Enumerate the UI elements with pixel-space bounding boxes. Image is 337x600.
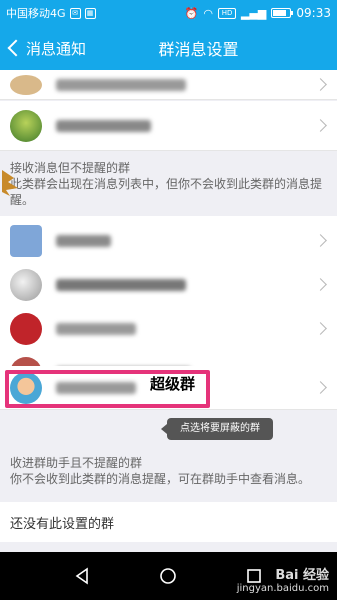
- notification-icon: ✉: [69, 7, 81, 19]
- tooltip: 点选将要屏蔽的群: [161, 418, 273, 440]
- group-avatar: [10, 224, 42, 257]
- group-row[interactable]: [0, 260, 337, 310]
- photo-icon: ▦: [84, 7, 96, 19]
- wifi-icon: ◠: [203, 6, 214, 20]
- chevron-right-icon: [314, 322, 327, 335]
- chevron-right-icon: [314, 278, 327, 291]
- chevron-left-icon: [7, 39, 25, 57]
- group-avatar: [10, 371, 42, 404]
- group-name-blurred: [56, 119, 151, 132]
- section-title: 收进群助手且不提醒的群: [10, 456, 143, 470]
- group-row[interactable]: [0, 304, 337, 354]
- chevron-right-icon: [314, 78, 327, 91]
- alarm-icon: ⏰: [184, 6, 199, 20]
- carrier-label: 中国移动4G: [6, 7, 66, 20]
- group-avatar: [10, 312, 42, 345]
- super-group-label: 超级群: [150, 375, 196, 393]
- group-row[interactable]: [0, 70, 337, 100]
- hd-badge: HD: [218, 7, 237, 19]
- section-no-remind: 接收消息但不提醒的群 此类群会出现在消息列表中，但你不会收到此类群的消息提醒。: [0, 160, 337, 208]
- watermark-url: jingyan.baidu.com: [236, 583, 329, 594]
- battery-icon: [271, 8, 294, 18]
- group-row[interactable]: [0, 101, 337, 151]
- back-label: 消息通知: [26, 39, 87, 58]
- section-title: 接收消息但不提醒的群: [10, 161, 131, 175]
- chevron-right-icon: [314, 381, 327, 394]
- group-avatar: [10, 74, 42, 95]
- group-row[interactable]: [0, 216, 337, 266]
- leaf-decoration: [2, 170, 18, 196]
- chevron-right-icon: [314, 234, 327, 247]
- signal-icon: ▂▄▆: [241, 6, 267, 20]
- back-button[interactable]: 消息通知: [0, 38, 86, 59]
- watermark-brand: Bai 经验: [275, 568, 329, 583]
- title-bar: 消息通知 群消息设置: [0, 26, 337, 70]
- group-name-blurred: [56, 322, 136, 335]
- group-avatar: [10, 109, 42, 142]
- group-name-blurred: [56, 278, 186, 291]
- section-helper: 收进群助手且不提醒的群 你不会收到此类群的消息提醒，可在群助手中查看消息。: [0, 455, 337, 487]
- group-avatar: [10, 268, 42, 301]
- watermark: Bai 经验 jingyan.baidu.com: [237, 564, 329, 594]
- group-name-blurred: [56, 234, 111, 247]
- section-desc: 你不会收到此类群的消息提醒，可在群助手中查看消息。: [10, 472, 311, 486]
- chevron-right-icon: [314, 119, 327, 132]
- home-circle-icon[interactable]: [157, 565, 179, 587]
- no-setting-row: 还没有此设置的群: [0, 502, 337, 542]
- status-bar: 中国移动4G ✉ ▦ ⏰ ◠ HD ▂▄▆ 09:33: [0, 0, 337, 26]
- back-triangle-icon[interactable]: [72, 565, 94, 587]
- group-name-blurred: [56, 78, 186, 91]
- section-desc: 此类群会出现在消息列表中，但你不会收到此类群的消息提醒。: [10, 177, 323, 207]
- clock: 09:33: [296, 6, 331, 20]
- group-name-blurred: [56, 381, 136, 394]
